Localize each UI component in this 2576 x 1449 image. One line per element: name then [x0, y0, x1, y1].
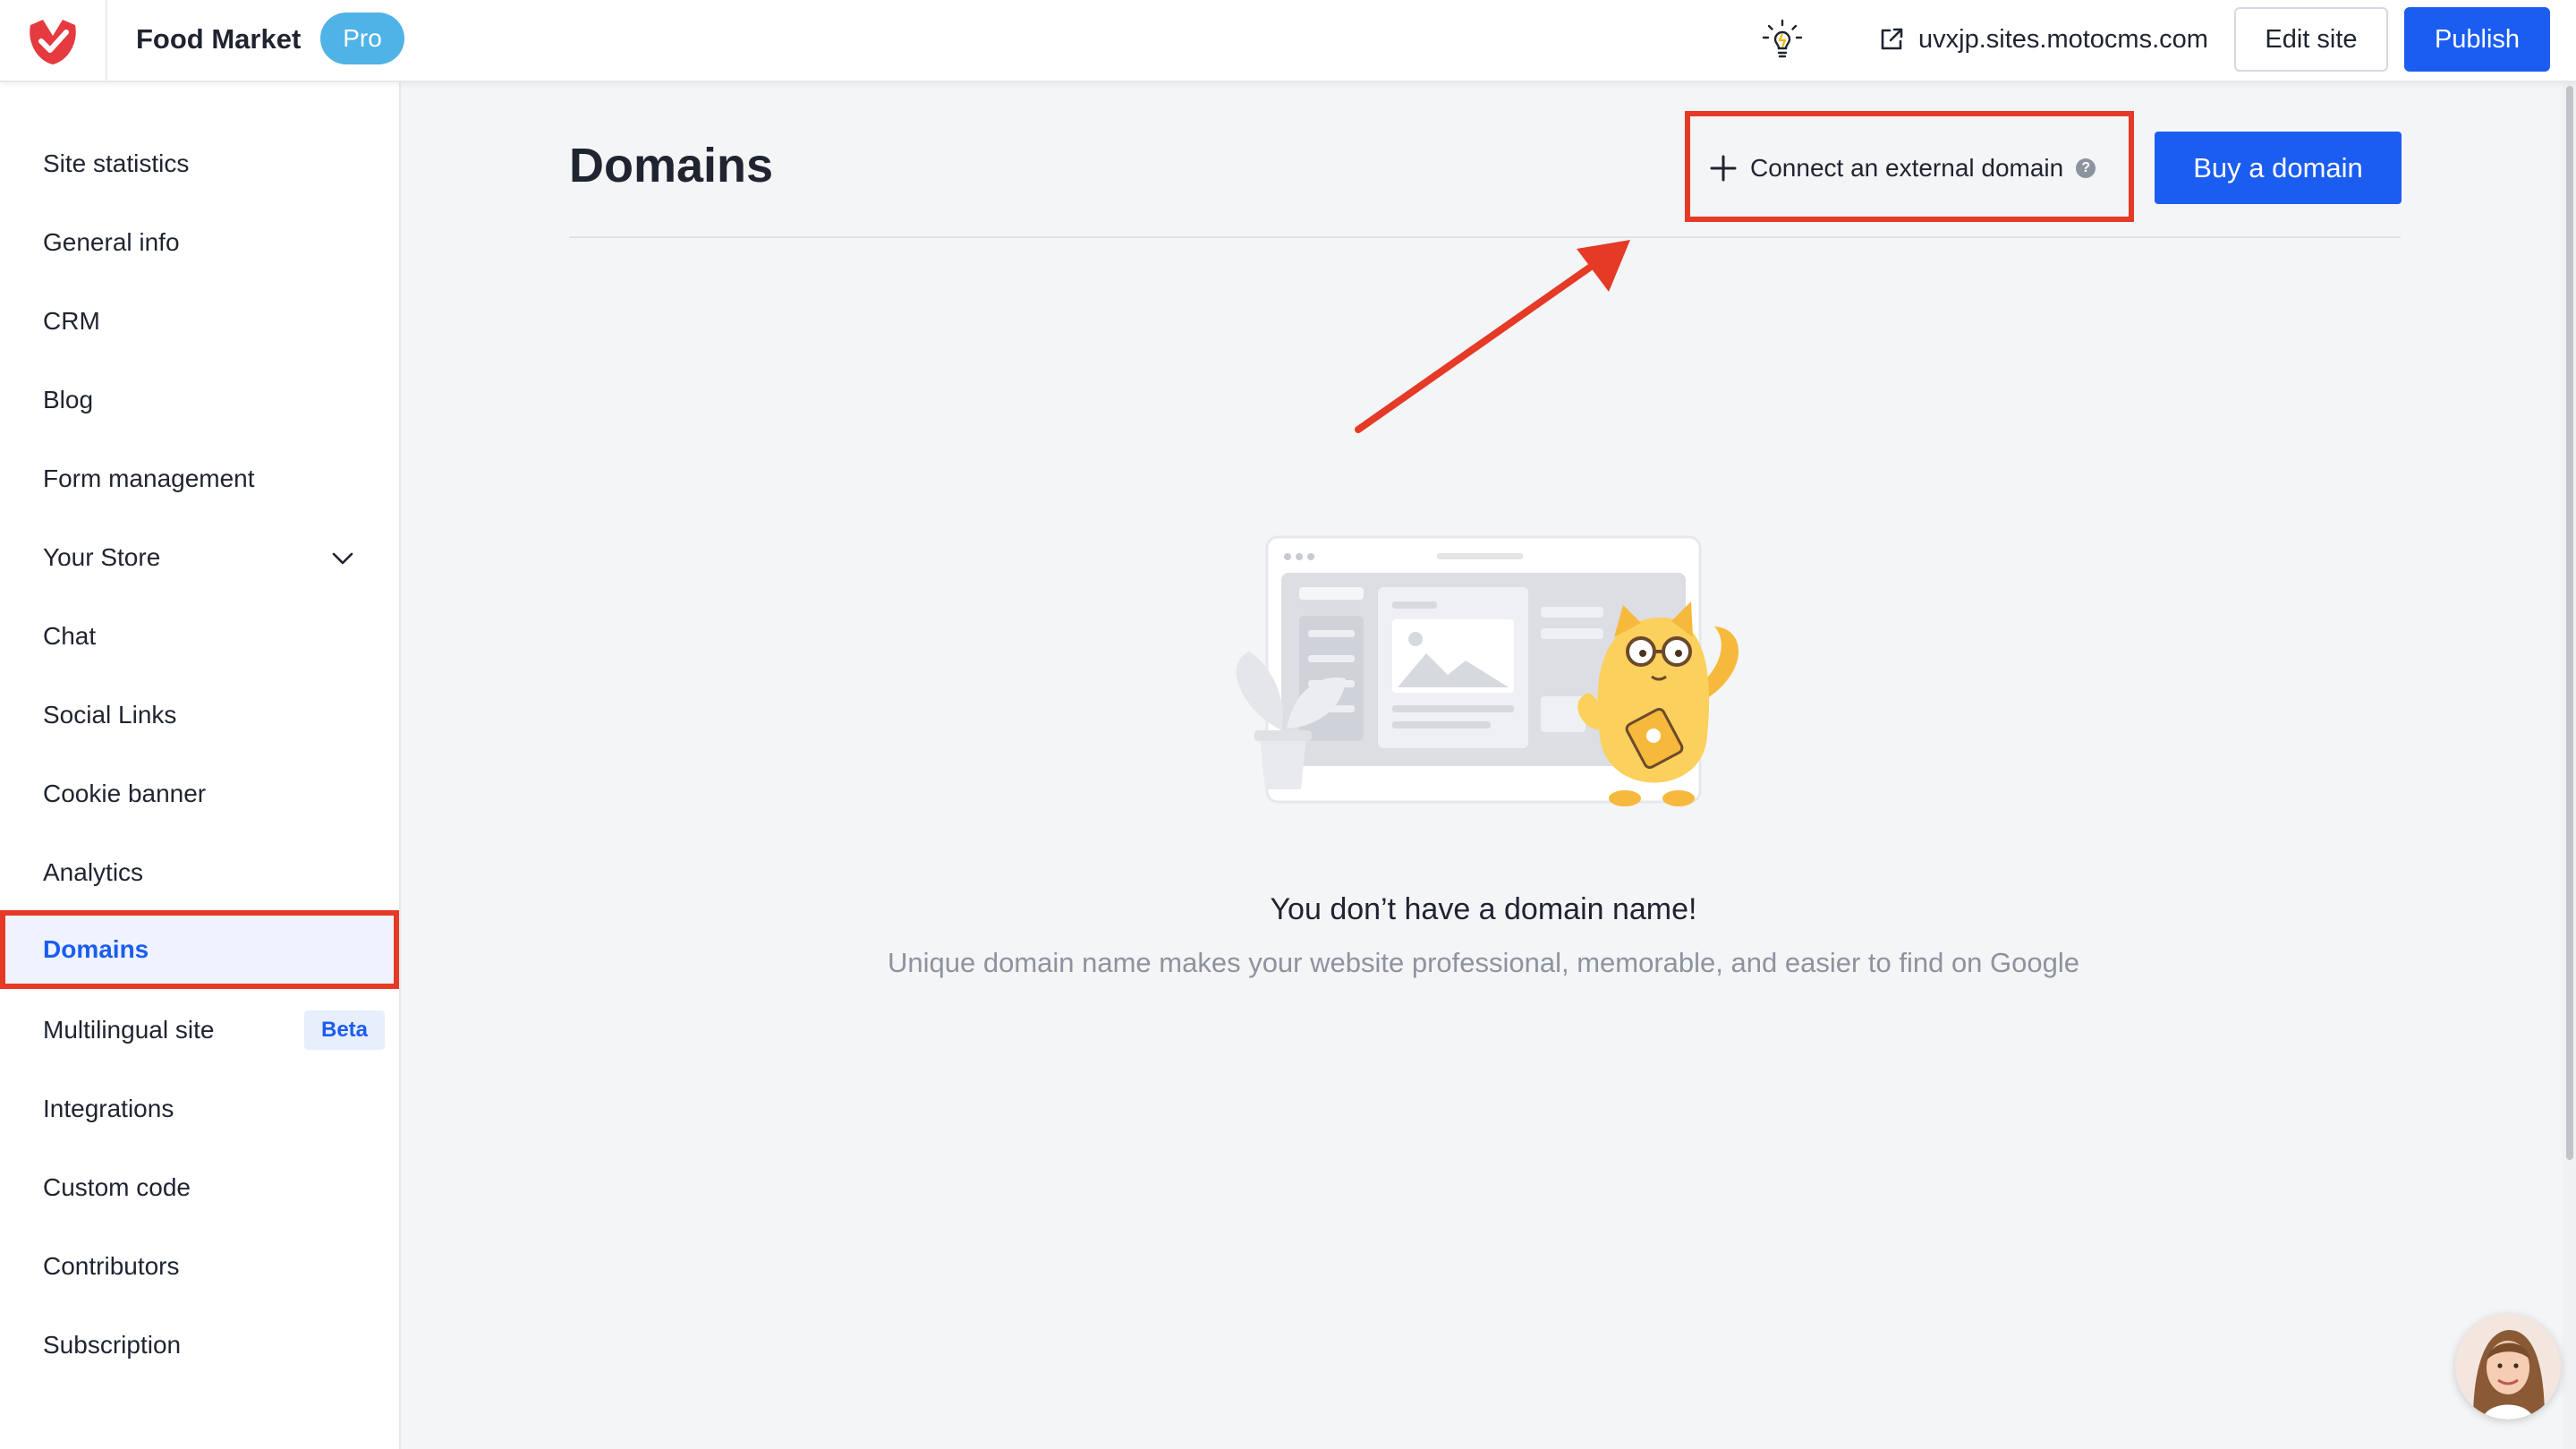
scrollbar-thumb[interactable]: [2566, 86, 2573, 1160]
page-title: Domains: [569, 139, 774, 192]
sidebar-item-cookie-banner[interactable]: Cookie banner: [0, 756, 399, 831]
sidebar-item-label: Site statistics: [43, 149, 190, 177]
sidebar-item-label: General info: [43, 228, 180, 256]
sidebar-item-general-info[interactable]: General info: [0, 205, 399, 280]
sidebar-item-custom-code[interactable]: Custom code: [0, 1150, 399, 1225]
pro-badge: Pro: [320, 13, 404, 64]
sidebar-item-multilingual-site[interactable]: Multilingual site Beta: [0, 993, 399, 1068]
plus-icon: [1710, 155, 1737, 182]
sidebar-item-chat[interactable]: Chat: [0, 599, 399, 674]
sidebar-item-label: Integrations: [43, 1095, 174, 1122]
support-chat-avatar[interactable]: [2455, 1314, 2561, 1419]
edit-site-button[interactable]: Edit site: [2234, 7, 2388, 72]
sidebar-item-integrations[interactable]: Integrations: [0, 1071, 399, 1146]
beta-badge: Beta: [304, 1010, 385, 1050]
sidebar: Site statistics General info CRM Blog Fo…: [0, 82, 401, 1449]
empty-state-illustration: [1236, 535, 1739, 806]
sidebar-item-label: Subscription: [43, 1331, 182, 1359]
sidebar-item-subscription[interactable]: Subscription: [0, 1308, 399, 1383]
chevron-down-icon[interactable]: [329, 545, 356, 572]
sidebar-item-site-statistics[interactable]: Site statistics: [0, 126, 399, 201]
sidebar-item-label: Contributors: [43, 1252, 180, 1280]
sidebar-item-social-links[interactable]: Social Links: [0, 678, 399, 753]
site-url-text: uvxjp.sites.motocms.com: [1918, 24, 2208, 54]
sidebar-item-form-management[interactable]: Form management: [0, 441, 399, 516]
sidebar-item-label: Multilingual site: [43, 1016, 215, 1044]
sidebar-item-label: Chat: [43, 622, 97, 650]
lightbulb-icon[interactable]: [1757, 14, 1807, 64]
sidebar-item-label: Social Links: [43, 701, 177, 729]
connect-external-domain-button[interactable]: Connect an external domain ?: [1709, 147, 2096, 190]
sidebar-item-blog[interactable]: Blog: [0, 362, 399, 438]
buy-domain-button[interactable]: Buy a domain: [2155, 132, 2402, 204]
motocms-logo-icon[interactable]: [0, 0, 107, 81]
sidebar-item-label: Blog: [43, 386, 94, 413]
sidebar-item-your-store[interactable]: Your Store: [0, 520, 399, 595]
annotation-arrow: [1355, 240, 1630, 433]
sidebar-item-crm[interactable]: CRM: [0, 284, 399, 359]
sidebar-item-label: Analytics: [43, 858, 144, 886]
sidebar-item-label: Your Store: [43, 543, 161, 571]
sidebar-item-contributors[interactable]: Contributors: [0, 1229, 399, 1304]
empty-state-subtitle: Unique domain name makes your website pr…: [887, 947, 2080, 978]
publish-button[interactable]: Publish: [2404, 7, 2550, 72]
sidebar-item-label: Cookie banner: [43, 780, 207, 807]
sidebar-item-label: Custom code: [43, 1173, 191, 1201]
site-url-link[interactable]: uvxjp.sites.motocms.com: [1877, 20, 2208, 59]
external-link-icon: [1881, 28, 1903, 50]
empty-state-title: You don’t have a domain name!: [1270, 892, 1697, 926]
connect-external-domain-label: Connect an external domain: [1750, 154, 2064, 182]
sidebar-item-label: CRM: [43, 307, 100, 335]
help-icon[interactable]: ?: [2076, 158, 2096, 178]
app-title: Food Market: [136, 23, 302, 55]
top-bar: Food Market Pro uvxjp.sites.motocms.com …: [0, 0, 2576, 82]
sidebar-item-label: Form management: [43, 465, 255, 492]
